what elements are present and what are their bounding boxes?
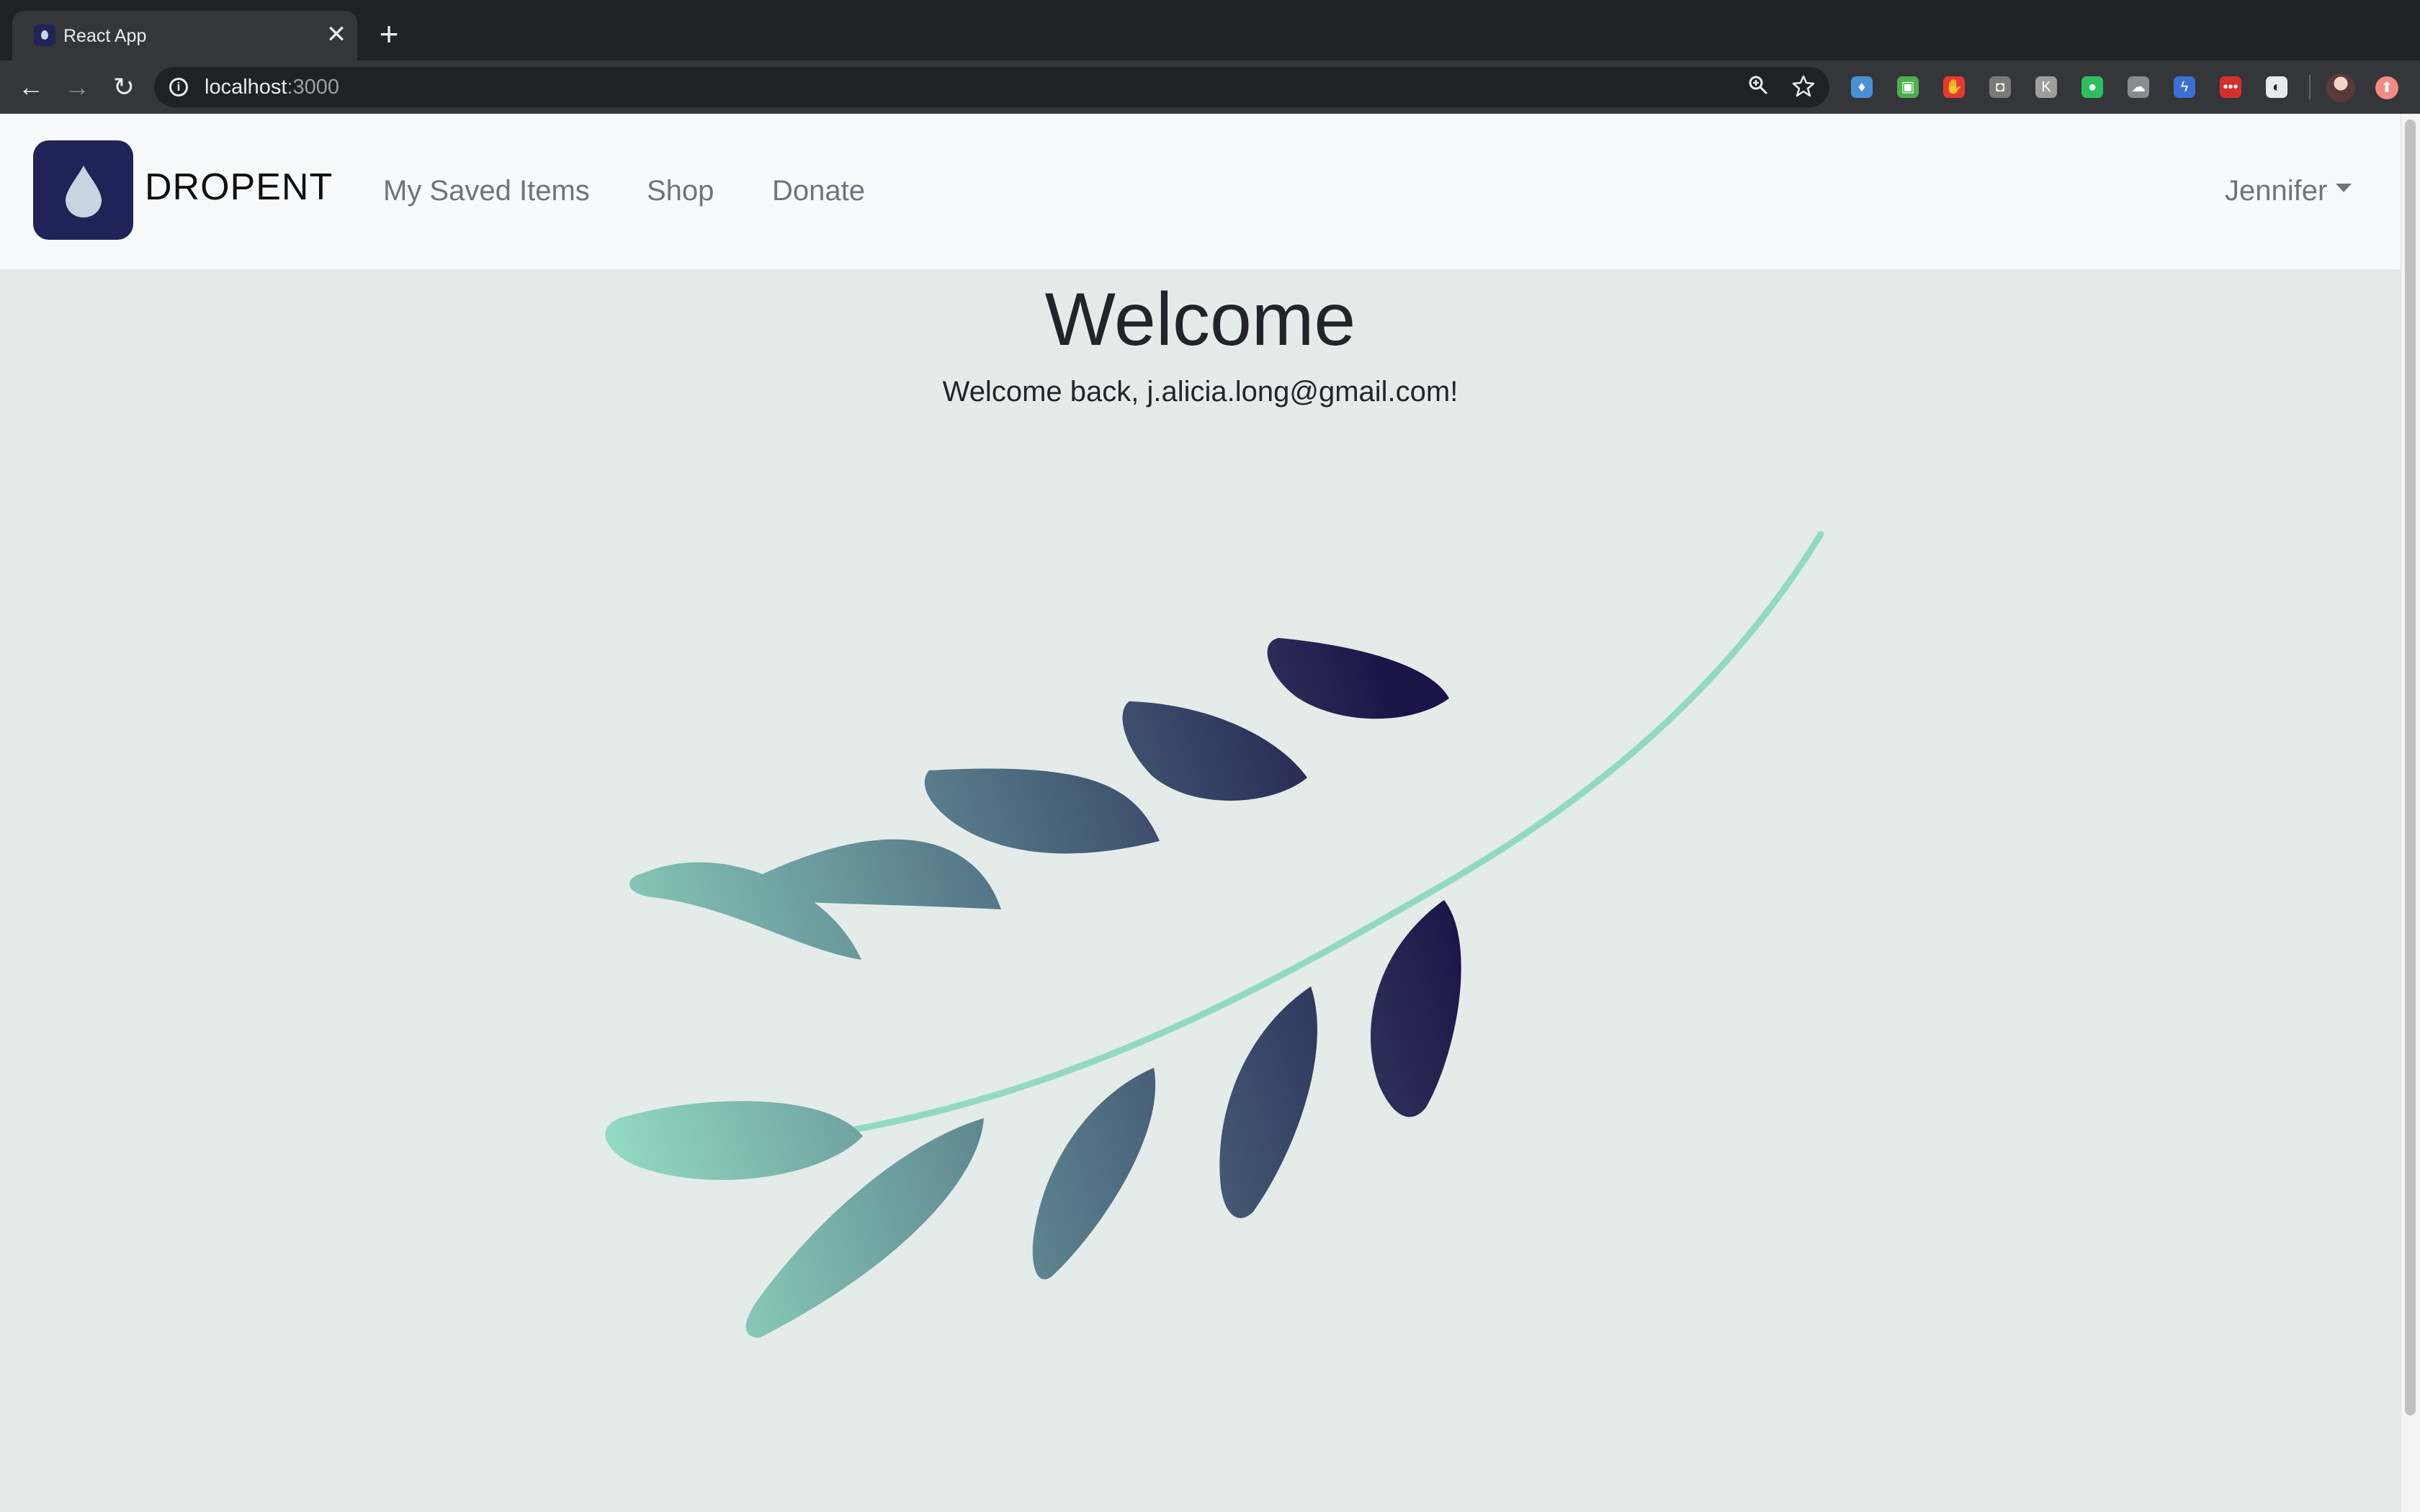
tab-title: React App [63,26,147,46]
new-tab-button[interactable]: + [373,17,405,51]
leaf [1032,1068,1156,1279]
gem-extension-icon[interactable]: ♦ [1851,76,1873,98]
light-extension-icon[interactable]: K [2035,76,2057,98]
profile-avatar[interactable] [2326,73,2355,102]
address-url[interactable]: localhost:3000 [205,76,339,99]
evernote-extension-icon[interactable]: ● [2081,76,2103,98]
leaf [605,1101,863,1180]
scrollbar[interactable] [2401,114,2420,1512]
browser-toolbar: ← → ↻ i localhost:3000 ♦ ▣ ✋ ◘ K ● ☁ ϟ ••• ◐ ⬆ [0,60,2420,114]
leaf [1267,638,1449,719]
toolbar-separator [2309,75,2311,99]
blue-extension-icon[interactable]: ϟ [2174,76,2195,98]
bookmark-star-icon[interactable] [1791,74,1816,100]
leaf [733,839,1001,909]
browser-tab[interactable]: React App ✕ [12,11,357,60]
address-bar[interactable]: i localhost:3000 [154,67,1829,107]
site-info-icon[interactable]: i [169,78,188,96]
leaf-branch-illustration [605,531,1824,1338]
white-extension-icon[interactable]: ◐ [2266,76,2287,98]
back-button[interactable]: ← [14,70,48,104]
grey-extension-icon[interactable]: ◘ [1989,76,2011,98]
leaf [924,768,1160,854]
leaf [1122,701,1307,801]
page-viewport: DROPENT My Saved Items Shop Donate Jenni… [0,114,2420,1512]
zoom-icon[interactable] [1745,74,1771,100]
cloud-extension-icon[interactable]: ☁ [2128,76,2149,98]
url-host: localhost [205,76,287,99]
url-port: :3000 [287,76,340,99]
adblock-extension-icon[interactable]: ✋ [1943,76,1965,98]
lastpass-extension-icon[interactable]: ••• [2220,76,2241,98]
reload-button[interactable]: ↻ [107,70,141,104]
green-extension-icon[interactable]: ▣ [1897,76,1919,98]
leaf [1219,986,1317,1218]
close-tab-icon[interactable]: ✕ [323,22,349,48]
tab-strip: React App ✕ + [0,0,2420,60]
update-icon[interactable]: ⬆ [2375,76,2398,99]
favicon-icon [34,24,55,46]
forward-button[interactable]: → [60,70,94,104]
scrollbar-thumb[interactable] [2405,120,2416,1416]
leaf [1371,900,1461,1117]
